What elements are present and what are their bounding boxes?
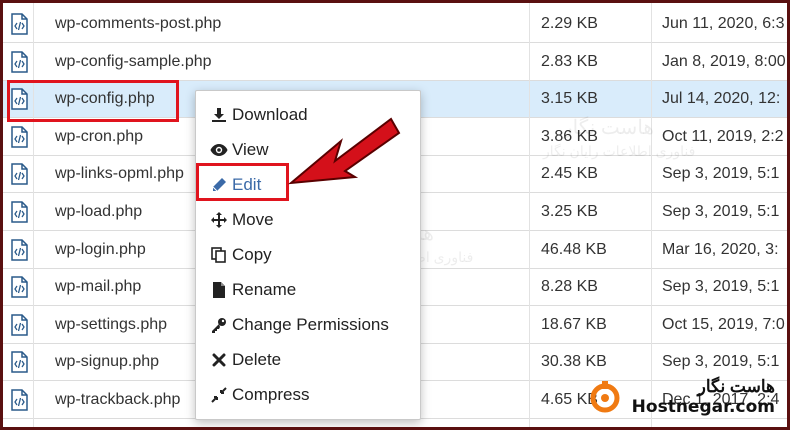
file-name[interactable]: wp-links-opml.php: [55, 165, 184, 183]
file-manager-window: wp-comments-post.php 2.29 KB Jun 11, 2020,…: [3, 3, 787, 427]
php-file-icon: [11, 201, 28, 223]
red-arrow-icon: [287, 117, 401, 185]
file-name[interactable]: wp-mail.php: [55, 278, 141, 296]
file-name[interactable]: wp-comments-post.php: [55, 15, 221, 33]
file-name[interactable]: wp-signup.php: [55, 353, 159, 371]
file-icon: [210, 281, 228, 299]
file-date: Sep 3, 2019, 5:1: [662, 278, 780, 296]
menu-item-label: Delete: [232, 350, 282, 369]
file-row[interactable]: wp-config-sample.php 2.83 KB Jan 8, 2019, …: [3, 44, 787, 81]
file-size: 2.83 KB: [541, 52, 598, 70]
file-name[interactable]: wp-trackback.php: [55, 391, 180, 409]
menu-item-compress[interactable]: Compress: [210, 383, 309, 407]
php-file-icon: [11, 389, 28, 411]
file-size: 3.25 KB: [541, 203, 598, 220]
copy-icon: [210, 246, 228, 264]
menu-item-move[interactable]: Move: [210, 208, 274, 232]
eye-icon: [210, 141, 228, 159]
close-icon: [210, 351, 228, 369]
file-size: 2.45 KB: [541, 165, 598, 183]
brand-logo: هاست نگار Hostnegar.com: [590, 377, 775, 417]
menu-item-change-permissions[interactable]: Change Permissions: [210, 313, 389, 337]
menu-item-label: Change Permissions: [232, 315, 389, 334]
menu-item-rename[interactable]: Rename: [210, 278, 296, 302]
file-size: 2.29 KB: [541, 15, 598, 32]
menu-item-delete[interactable]: Delete: [210, 348, 281, 372]
menu-item-label: View: [232, 140, 269, 159]
menu-item-view[interactable]: View: [210, 138, 269, 162]
menu-item-label: Copy: [232, 245, 272, 264]
php-file-icon: [11, 50, 28, 73]
move-arrows-icon: [210, 211, 228, 229]
hostnegar-logo-icon: [590, 381, 620, 413]
php-file-icon: [11, 13, 28, 35]
column-divider: [529, 3, 530, 427]
file-name[interactable]: wp-login.php: [55, 241, 146, 259]
file-date: Sep 3, 2019, 5:1: [662, 203, 780, 220]
file-size: 46.48 KB: [541, 240, 607, 258]
php-file-icon: [11, 238, 28, 261]
menu-item-label: Compress: [232, 385, 310, 404]
php-file-icon: [11, 276, 28, 298]
file-name[interactable]: wp-settings.php: [55, 316, 167, 334]
file-date: Sep 3, 2019, 5:1: [662, 353, 780, 371]
download-icon: [210, 106, 228, 124]
watermark-subtext: فناوری اطلاعات رایان نگار: [543, 143, 696, 159]
watermark-text: هاست نگار: [563, 117, 654, 139]
file-date: Mar 16, 2020, 3:: [662, 240, 779, 258]
file-name[interactable]: wp-load.php: [55, 203, 142, 221]
file-size: 18.67 KB: [541, 315, 607, 333]
file-row[interactable]: wp-comments-post.php 2.29 KB Jun 11, 2020,…: [3, 6, 787, 43]
file-date: Jun 11, 2020, 6:3: [662, 15, 785, 32]
file-size: 8.28 KB: [541, 278, 598, 296]
file-size: 30.38 KB: [541, 353, 607, 371]
file-date: Jan 8, 2019, 8:00: [662, 52, 786, 70]
menu-item-label: Move: [232, 210, 274, 229]
logo-domain-text: Hostnegar.com: [631, 397, 775, 417]
menu-item-copy[interactable]: Copy: [210, 243, 272, 267]
php-file-icon: [11, 163, 28, 186]
menu-item-label: Rename: [232, 280, 297, 299]
file-date: Jul 14, 2020, 12:: [662, 90, 781, 108]
php-file-icon: [11, 126, 28, 148]
highlight-box-edit: [196, 163, 289, 201]
logo-persian-text: هاست نگار: [697, 377, 775, 396]
php-file-icon: [11, 351, 28, 374]
compress-icon: [210, 386, 228, 404]
php-file-icon: [11, 314, 28, 336]
file-size: 3.15 KB: [541, 90, 598, 108]
file-date: Oct 15, 2019, 7:0: [662, 315, 785, 333]
column-divider: [33, 3, 34, 427]
column-divider: [651, 3, 652, 427]
highlight-box-filename: [7, 80, 179, 122]
file-name[interactable]: wp-config-sample.php: [55, 53, 212, 71]
file-name[interactable]: wp-cron.php: [55, 128, 143, 146]
key-icon: [210, 316, 228, 334]
file-date: Sep 3, 2019, 5:1: [662, 165, 780, 183]
